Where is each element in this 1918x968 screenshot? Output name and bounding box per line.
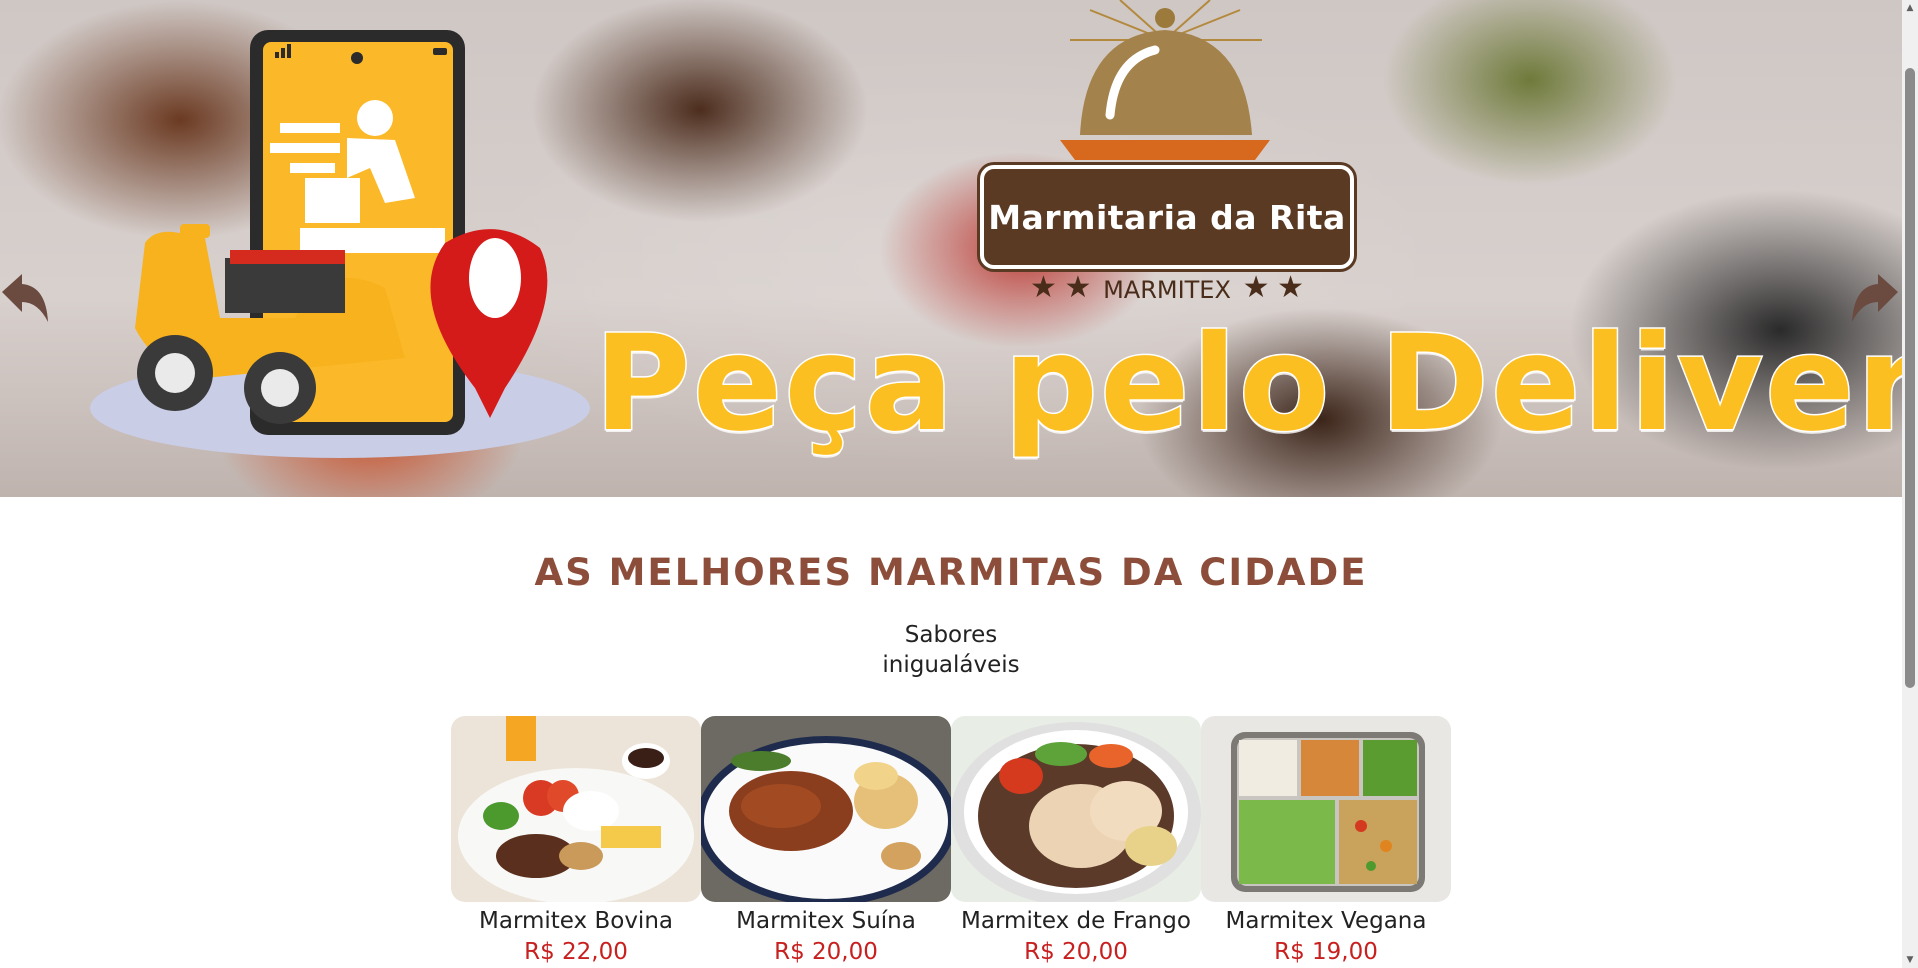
product-price: R$ 20,00 — [1024, 939, 1128, 965]
hero-headline: Peça pelo Delivery! — [593, 307, 1903, 461]
logo-name: Marmitaria da Rita — [988, 197, 1346, 237]
star-icon: ★ — [1064, 270, 1092, 305]
scroll-down-icon[interactable]: ▼ — [1902, 952, 1918, 968]
product-photo — [951, 716, 1201, 902]
product-price: R$ 22,00 — [524, 939, 628, 965]
product-name: Marmitex de Frango — [961, 908, 1191, 934]
star-icon: ★ — [1029, 270, 1057, 305]
product-card-vegana[interactable]: Marmitex Vegana R$ 19,00 — [1201, 716, 1451, 968]
brand-logo: Marmitaria da Rita ★ ★ MARMITEX ★ ★ — [980, 0, 1356, 312]
product-price: R$ 19,00 — [1274, 939, 1378, 965]
star-icon: ★ — [1242, 270, 1270, 305]
product-photo — [701, 716, 951, 902]
product-price: R$ 20,00 — [774, 939, 878, 965]
scroll-up-icon[interactable]: ▲ — [1902, 0, 1918, 16]
page-scrollbar[interactable]: ▲ ▼ — [1902, 0, 1918, 968]
product-card-frango[interactable]: Marmitex de Frango R$ 20,00 — [951, 716, 1201, 968]
logo-sub-label: MARMITEX — [1103, 276, 1231, 304]
product-name: Marmitex Bovina — [479, 908, 673, 934]
hero-banner: Marmitaria da Rita ★ ★ MARMITEX ★ ★ Peça… — [0, 0, 1902, 497]
arrow-left-icon[interactable] — [0, 272, 50, 328]
product-name: Marmitex Vegana — [1225, 908, 1427, 934]
arrow-right-icon[interactable] — [1850, 272, 1900, 328]
delivery-illustration — [90, 30, 590, 458]
product-list: Marmitex Bovina R$ 22,00 Marmitex Suína … — [451, 716, 1451, 968]
section-title: AS MELHORES MARMITAS DA CIDADE — [534, 551, 1368, 594]
cloche-icon — [1060, 0, 1270, 160]
product-name: Marmitex Suína — [736, 908, 916, 934]
logo-plate: Marmitaria da Rita — [980, 165, 1354, 269]
logo-subtitle: ★ ★ MARMITEX ★ ★ — [980, 270, 1354, 305]
product-card-bovina[interactable]: Marmitex Bovina R$ 22,00 — [451, 716, 701, 968]
product-card-suina[interactable]: Marmitex Suína R$ 20,00 — [701, 716, 951, 968]
product-photo — [451, 716, 701, 902]
scroll-thumb[interactable] — [1905, 68, 1915, 688]
section-subtitle: Sabores inigualáveis — [882, 622, 1020, 678]
product-photo — [1201, 716, 1451, 902]
star-icon: ★ — [1277, 270, 1305, 305]
